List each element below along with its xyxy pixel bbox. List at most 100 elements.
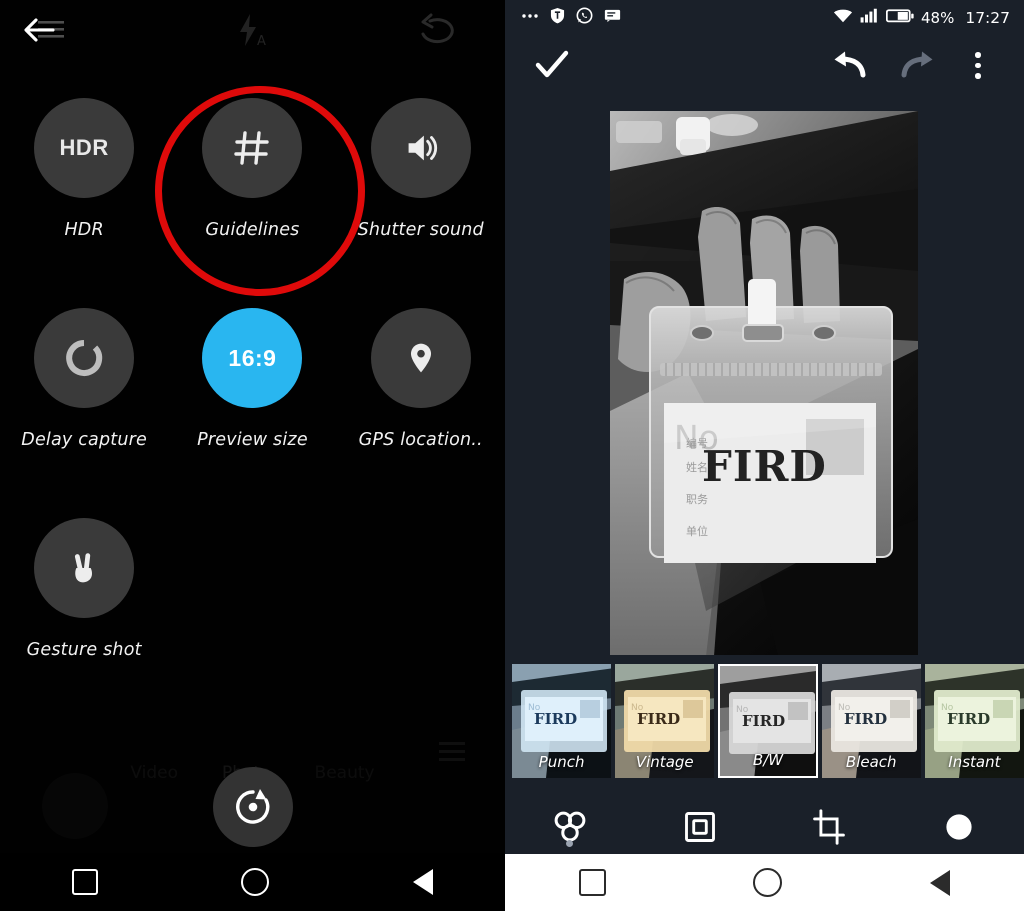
svg-text:No: No <box>941 703 954 713</box>
svg-text:FIRD: FIRD <box>637 710 680 728</box>
setting-delay-capture[interactable]: Delay capture <box>0 308 168 518</box>
edited-photo[interactable]: No 编号 姓名 职务 单位 FIRD <box>610 111 918 656</box>
tool-crop[interactable] <box>765 809 895 845</box>
filter-thumb-punch[interactable]: FIRD No Punch <box>512 664 612 778</box>
filter-label: B/W <box>752 751 784 769</box>
whatsapp-icon <box>576 7 593 29</box>
frame-icon <box>684 812 715 842</box>
svg-text:A: A <box>257 34 266 48</box>
grid-guidelines-icon[interactable] <box>202 98 303 198</box>
filter-label: Bleach <box>845 753 897 771</box>
dual-screenshot-composite: A HDR HDR Guidelines Shutter sound Delay… <box>0 0 1024 911</box>
flash-auto-icon[interactable]: A <box>232 12 272 49</box>
svg-text:No: No <box>838 703 851 713</box>
settings-grid: HDR HDR Guidelines Shutter sound Delay c… <box>0 98 505 728</box>
filter-thumb-vintage[interactable]: FIRD No Vintage <box>615 664 715 778</box>
setting-guidelines[interactable]: Guidelines <box>168 98 336 308</box>
svg-text:No: No <box>528 703 541 713</box>
message-icon <box>604 9 621 27</box>
svg-text:No: No <box>631 703 644 713</box>
overflow-dot <box>975 73 981 79</box>
camera-mode-beauty[interactable]: Beauty <box>315 763 375 783</box>
more-notifications-icon <box>521 8 539 29</box>
svg-text:FIRD: FIRD <box>742 712 785 730</box>
battery-percent-label: 48% <box>920 9 955 27</box>
clock-label: 17:27 <box>965 9 1010 27</box>
setting-preview-size[interactable]: 16:9 Preview size <box>168 308 336 518</box>
filter-label: Punch <box>538 753 585 771</box>
triangle-back-icon[interactable] <box>930 869 951 896</box>
status-bar: 48% 17:27 <box>505 0 1024 36</box>
svg-text:FIRD: FIRD <box>947 710 990 728</box>
grid-glyph <box>234 131 270 165</box>
hdr-icon[interactable]: HDR <box>34 98 135 198</box>
photo-preview-stage: No 编号 姓名 职务 单位 FIRD <box>505 100 1024 656</box>
settings-row-1: HDR HDR Guidelines Shutter sound <box>0 98 505 308</box>
camera-topbar: A <box>0 0 505 60</box>
camera-mode-video[interactable]: Video <box>130 763 178 783</box>
tool-adjust[interactable] <box>894 809 1024 845</box>
tool-filters[interactable] <box>505 808 635 847</box>
android-navbar-right <box>505 854 1024 911</box>
adjust-icon <box>946 814 972 840</box>
gallery-thumbnail-icon[interactable] <box>42 773 108 839</box>
setting-label-gps-location: GPS location.. <box>358 430 483 450</box>
svg-text:FIRD: FIRD <box>534 710 577 728</box>
filter-thumb-bleach[interactable]: FIRD No Bleach <box>821 664 921 778</box>
setting-gesture-shot[interactable]: Gesture shot <box>0 518 168 728</box>
setting-label-shutter-sound: Shutter sound <box>357 220 484 240</box>
settings-row-3: Gesture shot <box>0 518 505 728</box>
circle-icon[interactable] <box>753 868 783 897</box>
timer-icon[interactable] <box>34 308 135 408</box>
square-icon[interactable] <box>578 869 606 896</box>
filter-filmstrip[interactable]: FIRD No Punch FIRD No Vintage FIRD No B/… <box>505 655 1024 792</box>
android-navbar-left <box>0 853 505 911</box>
shutter-button-icon[interactable] <box>213 767 293 847</box>
circle-icon[interactable] <box>241 868 270 896</box>
setting-label-delay-capture: Delay capture <box>21 430 147 450</box>
signal-bars-icon <box>860 8 879 28</box>
setting-shutter-sound[interactable]: Shutter sound <box>337 98 505 308</box>
triangle-back-icon[interactable] <box>413 869 434 895</box>
check-icon[interactable] <box>535 50 569 85</box>
square-icon[interactable] <box>71 869 98 895</box>
setting-label-guidelines: Guidelines <box>205 220 300 240</box>
svg-text:FIRD: FIRD <box>844 710 887 728</box>
location-pin-icon[interactable] <box>370 308 471 408</box>
redo-icon[interactable] <box>901 50 935 85</box>
battery-icon <box>885 8 914 28</box>
badge-name-text: FIRD <box>702 442 827 491</box>
editor-toolbar <box>505 36 1024 100</box>
faint-settings-icon <box>437 739 467 765</box>
speaker-icon[interactable] <box>370 98 471 198</box>
photo-render: No 编号 姓名 职务 单位 FIRD <box>610 111 918 656</box>
aspect-ratio-icon[interactable]: 16:9 <box>202 308 303 408</box>
setting-hdr[interactable]: HDR HDR <box>0 98 168 308</box>
status-bar-right: 48% 17:27 <box>833 8 1010 28</box>
aspect-ratio-text: 16:9 <box>228 344 277 371</box>
back-arrow-icon[interactable] <box>22 14 56 46</box>
settings-empty-cell-2 <box>337 518 505 728</box>
filter-thumb-bw[interactable]: FIRD No B/W <box>718 664 818 778</box>
filter-label: Vintage <box>635 753 694 771</box>
svg-text:No: No <box>736 705 749 715</box>
settings-row-2: Delay capture 16:9 Preview size GPS loca… <box>0 308 505 518</box>
overflow-dot <box>975 62 981 68</box>
shield-icon <box>550 7 565 29</box>
svg-text:职务: 职务 <box>686 493 708 506</box>
overflow-dot <box>975 52 981 58</box>
switch-camera-icon[interactable] <box>415 12 461 48</box>
filter-thumb-instant[interactable]: FIRD No Instant <box>924 664 1024 778</box>
overflow-menu-icon[interactable] <box>975 52 981 79</box>
crop-icon <box>813 809 846 845</box>
undo-icon[interactable] <box>832 50 866 85</box>
setting-label-gesture-shot: Gesture shot <box>26 640 142 660</box>
camera-settings-panel: A HDR HDR Guidelines Shutter sound Delay… <box>0 0 505 911</box>
setting-gps-location[interactable]: GPS location.. <box>337 308 505 518</box>
peace-hand-icon[interactable] <box>34 518 135 618</box>
photo-editor-panel: 48% 17:27 No 编号 姓名 职务 单位 FIRD FIRD No Pu… <box>505 0 1024 911</box>
status-bar-left <box>521 7 621 29</box>
editor-tool-bar <box>505 792 1024 863</box>
tool-frame[interactable] <box>635 809 765 845</box>
setting-label-hdr: HDR <box>64 220 104 240</box>
